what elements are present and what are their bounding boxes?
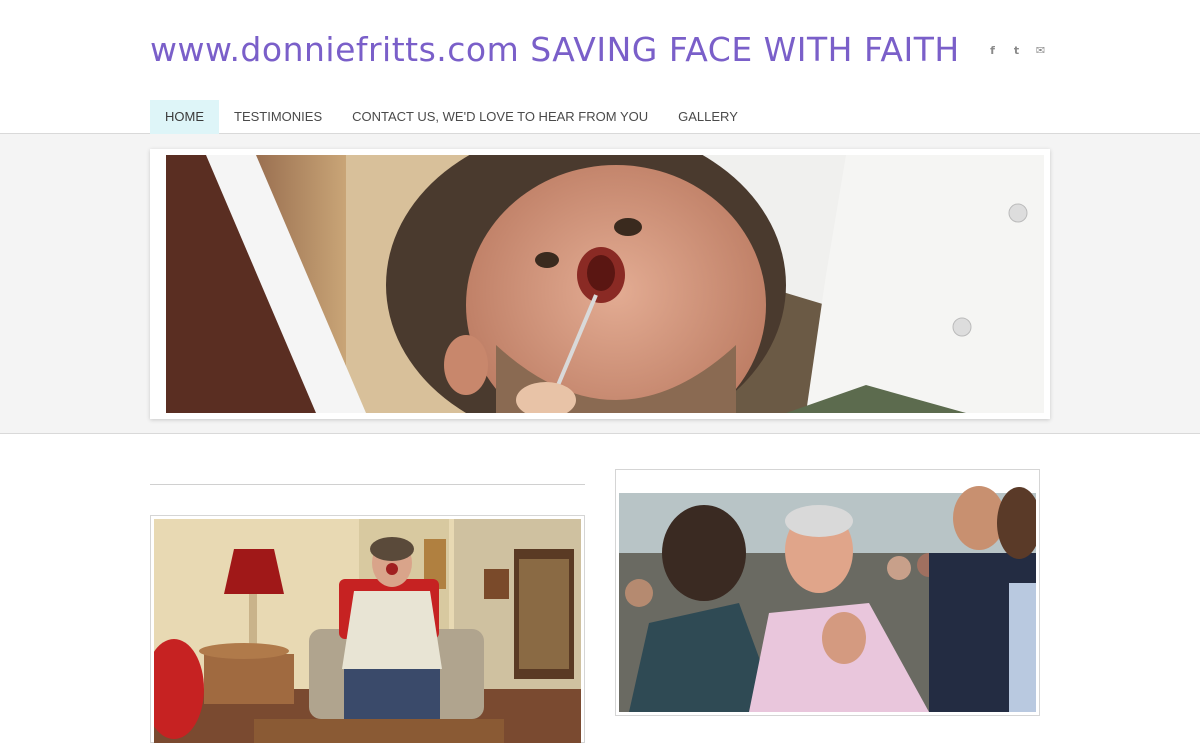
email-icon[interactable]: ✉ xyxy=(1034,44,1047,57)
nav-item-testimonies[interactable]: TESTIMONIES xyxy=(219,100,337,134)
site-title[interactable]: www.donniefritts.com SAVING FACE WITH FA… xyxy=(150,30,960,69)
living-room-image xyxy=(154,519,581,743)
nav-item-contact[interactable]: CONTACT US, WE'D LOVE TO HEAR FROM YOU xyxy=(337,100,663,134)
photo-frame-left xyxy=(150,515,585,743)
bush-photo[interactable] xyxy=(619,473,1036,712)
banner-image xyxy=(166,155,1044,413)
nav-item-gallery[interactable]: GALLERY xyxy=(663,100,753,134)
twitter-icon[interactable]: t xyxy=(1010,44,1023,57)
event-photo-image xyxy=(619,473,1036,712)
site-header: www.donniefritts.com SAVING FACE WITH FA… xyxy=(0,0,1200,134)
facebook-icon[interactable]: f xyxy=(986,44,999,57)
nav-item-home[interactable]: HOME xyxy=(150,100,219,134)
content-divider xyxy=(150,484,585,485)
main-nav: HOME TESTIMONIES CONTACT US, WE'D LOVE T… xyxy=(150,100,753,134)
banner-photo xyxy=(166,155,1044,413)
social-links: f t ✉ xyxy=(986,44,1047,57)
photo-frame-right xyxy=(615,469,1040,716)
living-room-photo[interactable] xyxy=(154,519,581,743)
